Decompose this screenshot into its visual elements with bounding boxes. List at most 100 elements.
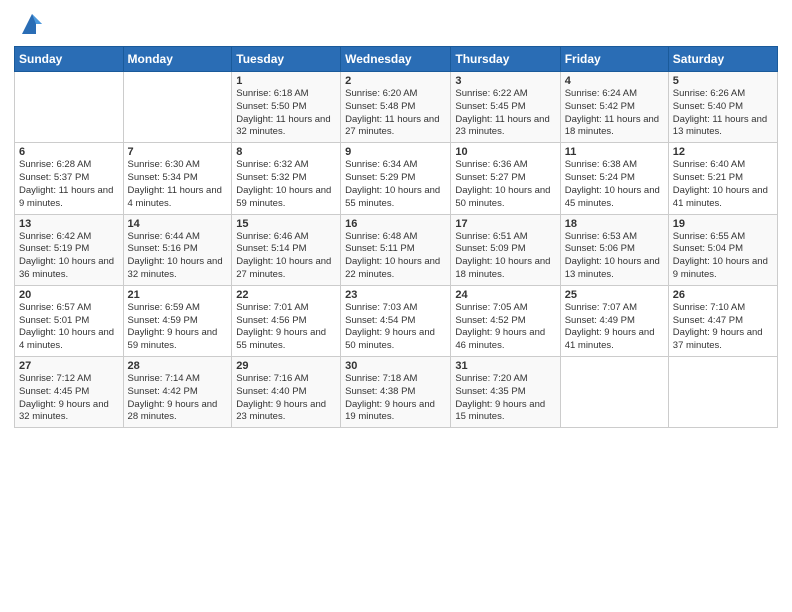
weekday-header: Wednesday <box>341 47 451 72</box>
logo <box>14 10 46 38</box>
calendar-week-row: 1Sunrise: 6:18 AM Sunset: 5:50 PM Daylig… <box>15 72 778 143</box>
calendar-cell: 21Sunrise: 6:59 AM Sunset: 4:59 PM Dayli… <box>123 285 232 356</box>
weekday-header: Tuesday <box>232 47 341 72</box>
day-number: 7 <box>128 146 228 158</box>
calendar-cell: 9Sunrise: 6:34 AM Sunset: 5:29 PM Daylig… <box>341 143 451 214</box>
day-number: 12 <box>673 146 773 158</box>
calendar-cell: 15Sunrise: 6:46 AM Sunset: 5:14 PM Dayli… <box>232 214 341 285</box>
day-info: Sunrise: 6:59 AM Sunset: 4:59 PM Dayligh… <box>128 302 228 353</box>
day-number: 26 <box>673 289 773 301</box>
calendar-cell: 18Sunrise: 6:53 AM Sunset: 5:06 PM Dayli… <box>560 214 668 285</box>
day-info: Sunrise: 6:36 AM Sunset: 5:27 PM Dayligh… <box>455 159 555 210</box>
day-number: 6 <box>19 146 119 158</box>
day-number: 23 <box>345 289 446 301</box>
calendar-cell: 1Sunrise: 6:18 AM Sunset: 5:50 PM Daylig… <box>232 72 341 143</box>
day-number: 17 <box>455 218 555 230</box>
day-number: 22 <box>236 289 336 301</box>
day-info: Sunrise: 6:51 AM Sunset: 5:09 PM Dayligh… <box>455 231 555 282</box>
calendar-cell: 11Sunrise: 6:38 AM Sunset: 5:24 PM Dayli… <box>560 143 668 214</box>
day-info: Sunrise: 6:28 AM Sunset: 5:37 PM Dayligh… <box>19 159 119 210</box>
calendar-cell: 12Sunrise: 6:40 AM Sunset: 5:21 PM Dayli… <box>668 143 777 214</box>
day-number: 30 <box>345 360 446 372</box>
weekday-header: Monday <box>123 47 232 72</box>
calendar-cell: 14Sunrise: 6:44 AM Sunset: 5:16 PM Dayli… <box>123 214 232 285</box>
day-number: 18 <box>565 218 664 230</box>
day-number: 11 <box>565 146 664 158</box>
weekday-header-row: SundayMondayTuesdayWednesdayThursdayFrid… <box>15 47 778 72</box>
day-number: 1 <box>236 75 336 87</box>
calendar-cell <box>668 357 777 428</box>
day-info: Sunrise: 6:22 AM Sunset: 5:45 PM Dayligh… <box>455 88 555 139</box>
day-number: 20 <box>19 289 119 301</box>
day-info: Sunrise: 7:05 AM Sunset: 4:52 PM Dayligh… <box>455 302 555 353</box>
day-number: 19 <box>673 218 773 230</box>
day-info: Sunrise: 6:18 AM Sunset: 5:50 PM Dayligh… <box>236 88 336 139</box>
day-info: Sunrise: 7:18 AM Sunset: 4:38 PM Dayligh… <box>345 373 446 424</box>
calendar-cell <box>123 72 232 143</box>
calendar-table: SundayMondayTuesdayWednesdayThursdayFrid… <box>14 46 778 428</box>
calendar-cell: 20Sunrise: 6:57 AM Sunset: 5:01 PM Dayli… <box>15 285 124 356</box>
logo-icon <box>18 10 46 38</box>
day-info: Sunrise: 7:14 AM Sunset: 4:42 PM Dayligh… <box>128 373 228 424</box>
day-info: Sunrise: 6:34 AM Sunset: 5:29 PM Dayligh… <box>345 159 446 210</box>
calendar-cell <box>15 72 124 143</box>
day-info: Sunrise: 6:55 AM Sunset: 5:04 PM Dayligh… <box>673 231 773 282</box>
day-info: Sunrise: 6:32 AM Sunset: 5:32 PM Dayligh… <box>236 159 336 210</box>
day-number: 3 <box>455 75 555 87</box>
calendar-cell: 30Sunrise: 7:18 AM Sunset: 4:38 PM Dayli… <box>341 357 451 428</box>
calendar-cell: 2Sunrise: 6:20 AM Sunset: 5:48 PM Daylig… <box>341 72 451 143</box>
calendar-week-row: 6Sunrise: 6:28 AM Sunset: 5:37 PM Daylig… <box>15 143 778 214</box>
day-number: 29 <box>236 360 336 372</box>
calendar-cell: 4Sunrise: 6:24 AM Sunset: 5:42 PM Daylig… <box>560 72 668 143</box>
day-number: 27 <box>19 360 119 372</box>
calendar-cell <box>560 357 668 428</box>
calendar-cell: 6Sunrise: 6:28 AM Sunset: 5:37 PM Daylig… <box>15 143 124 214</box>
day-info: Sunrise: 7:03 AM Sunset: 4:54 PM Dayligh… <box>345 302 446 353</box>
day-info: Sunrise: 7:01 AM Sunset: 4:56 PM Dayligh… <box>236 302 336 353</box>
calendar-cell: 27Sunrise: 7:12 AM Sunset: 4:45 PM Dayli… <box>15 357 124 428</box>
calendar-week-row: 13Sunrise: 6:42 AM Sunset: 5:19 PM Dayli… <box>15 214 778 285</box>
calendar-cell: 25Sunrise: 7:07 AM Sunset: 4:49 PM Dayli… <box>560 285 668 356</box>
calendar-cell: 17Sunrise: 6:51 AM Sunset: 5:09 PM Dayli… <box>451 214 560 285</box>
calendar-cell: 5Sunrise: 6:26 AM Sunset: 5:40 PM Daylig… <box>668 72 777 143</box>
day-info: Sunrise: 6:42 AM Sunset: 5:19 PM Dayligh… <box>19 231 119 282</box>
calendar-body: 1Sunrise: 6:18 AM Sunset: 5:50 PM Daylig… <box>15 72 778 428</box>
day-number: 13 <box>19 218 119 230</box>
calendar-cell: 8Sunrise: 6:32 AM Sunset: 5:32 PM Daylig… <box>232 143 341 214</box>
day-number: 31 <box>455 360 555 372</box>
day-info: Sunrise: 6:24 AM Sunset: 5:42 PM Dayligh… <box>565 88 664 139</box>
day-info: Sunrise: 6:53 AM Sunset: 5:06 PM Dayligh… <box>565 231 664 282</box>
day-number: 15 <box>236 218 336 230</box>
day-info: Sunrise: 7:12 AM Sunset: 4:45 PM Dayligh… <box>19 373 119 424</box>
day-info: Sunrise: 6:38 AM Sunset: 5:24 PM Dayligh… <box>565 159 664 210</box>
page: SundayMondayTuesdayWednesdayThursdayFrid… <box>0 0 792 612</box>
calendar-cell: 31Sunrise: 7:20 AM Sunset: 4:35 PM Dayli… <box>451 357 560 428</box>
day-info: Sunrise: 6:48 AM Sunset: 5:11 PM Dayligh… <box>345 231 446 282</box>
day-number: 24 <box>455 289 555 301</box>
day-info: Sunrise: 6:57 AM Sunset: 5:01 PM Dayligh… <box>19 302 119 353</box>
weekday-header: Friday <box>560 47 668 72</box>
calendar-cell: 13Sunrise: 6:42 AM Sunset: 5:19 PM Dayli… <box>15 214 124 285</box>
calendar-cell: 22Sunrise: 7:01 AM Sunset: 4:56 PM Dayli… <box>232 285 341 356</box>
calendar-cell: 19Sunrise: 6:55 AM Sunset: 5:04 PM Dayli… <box>668 214 777 285</box>
day-info: Sunrise: 7:16 AM Sunset: 4:40 PM Dayligh… <box>236 373 336 424</box>
day-number: 25 <box>565 289 664 301</box>
day-number: 10 <box>455 146 555 158</box>
calendar-cell: 16Sunrise: 6:48 AM Sunset: 5:11 PM Dayli… <box>341 214 451 285</box>
day-number: 8 <box>236 146 336 158</box>
weekday-header: Saturday <box>668 47 777 72</box>
day-number: 9 <box>345 146 446 158</box>
calendar-cell: 24Sunrise: 7:05 AM Sunset: 4:52 PM Dayli… <box>451 285 560 356</box>
day-number: 21 <box>128 289 228 301</box>
day-number: 4 <box>565 75 664 87</box>
day-info: Sunrise: 6:40 AM Sunset: 5:21 PM Dayligh… <box>673 159 773 210</box>
day-info: Sunrise: 6:46 AM Sunset: 5:14 PM Dayligh… <box>236 231 336 282</box>
day-info: Sunrise: 7:07 AM Sunset: 4:49 PM Dayligh… <box>565 302 664 353</box>
day-number: 28 <box>128 360 228 372</box>
day-info: Sunrise: 7:10 AM Sunset: 4:47 PM Dayligh… <box>673 302 773 353</box>
day-number: 5 <box>673 75 773 87</box>
calendar-cell: 23Sunrise: 7:03 AM Sunset: 4:54 PM Dayli… <box>341 285 451 356</box>
day-number: 2 <box>345 75 446 87</box>
day-info: Sunrise: 7:20 AM Sunset: 4:35 PM Dayligh… <box>455 373 555 424</box>
calendar-cell: 26Sunrise: 7:10 AM Sunset: 4:47 PM Dayli… <box>668 285 777 356</box>
